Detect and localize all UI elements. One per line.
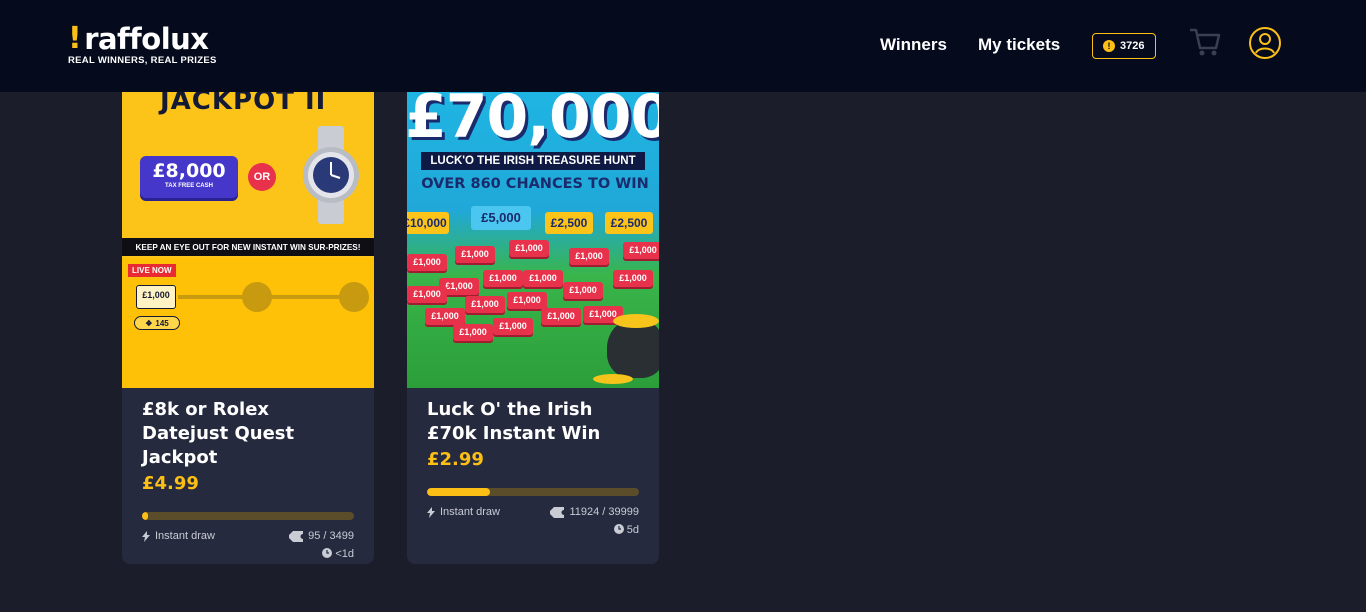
nav-my-tickets[interactable]: My tickets [978, 35, 1060, 55]
art-red-prize: £1,000 [509, 240, 549, 257]
art-banner: KEEP AN EYE OUT FOR NEW INSTANT WIN SUR-… [122, 238, 374, 256]
nav-winners[interactable]: Winners [880, 35, 947, 55]
art-jackpot-prize: £10,000 [407, 212, 449, 234]
art-cash-prize: £8,000 TAX FREE CASH [140, 156, 238, 198]
art-red-prize: £1,000 [483, 270, 523, 287]
raffle-title[interactable]: Luck O' the Irish £70k Instant Win [427, 398, 639, 446]
art-red-prize: £1,000 [465, 296, 505, 313]
time-remaining-value: 5d [626, 524, 639, 536]
raffle-card[interactable]: JACKPOT II £8,000 TAX FREE CASH OR KEEP … [122, 92, 374, 564]
tickets-sold: 11924 / 39999 [550, 506, 639, 518]
art-mini-prize: £1,000 [136, 285, 176, 309]
art-red-prize: £1,000 [541, 308, 581, 325]
coin-count: 3726 [1120, 40, 1145, 52]
ticket-icon [550, 506, 565, 518]
logo-name: raffolux [84, 22, 209, 56]
art-red-prize: £1,000 [407, 254, 447, 271]
tickets-sold: 95 / 3499 [289, 530, 354, 542]
coin-icon: ! [1103, 40, 1115, 52]
gold-coins-icon [613, 314, 659, 328]
raffle-card-body: £8k or Rolex Datejust Quest Jackpot £4.9… [122, 388, 374, 560]
watch-icon [303, 126, 359, 224]
logo-tagline: REAL WINNERS, REAL PRIZES [68, 55, 217, 66]
track-dot [242, 282, 272, 312]
tickets-sold-progress-fill [142, 512, 148, 520]
art-blue-prize: £5,000 [471, 206, 531, 230]
art-red-prize: £1,000 [455, 246, 495, 263]
raffle-art-background: £70,000 LUCK'O THE IRISH TREASURE HUNT O… [407, 92, 659, 388]
art-cash-prize-sub: TAX FREE CASH [165, 183, 213, 189]
raffle-meta: Instant draw 11924 / 39999 [427, 506, 639, 518]
art-red-prize: £1,000 [493, 318, 533, 335]
raffle-art-background: JACKPOT II £8,000 TAX FREE CASH OR KEEP … [122, 92, 374, 388]
track-dot [339, 282, 369, 312]
tickets-sold-value: 95 / 3499 [308, 530, 354, 542]
draw-type-label: Instant draw [440, 506, 500, 518]
tickets-sold-value: 11924 / 39999 [569, 506, 639, 518]
time-remaining-value: <1d [335, 548, 354, 560]
art-red-prize: £1,000 [407, 286, 447, 303]
art-ticket-count-value: 145 [155, 318, 169, 328]
coins-balance-button[interactable]: ! 3726 [1092, 33, 1156, 59]
time-remaining: <1d [142, 548, 354, 560]
art-red-prize: £1,000 [425, 308, 465, 325]
art-or-badge: OR [248, 163, 276, 191]
cart-icon[interactable] [1188, 26, 1222, 58]
draw-type: Instant draw [142, 530, 215, 542]
live-now-badge: LIVE NOW [128, 264, 176, 277]
art-chances: OVER 860 CHANCES TO WIN [421, 176, 649, 192]
art-yellow-prize: £2,500 [545, 212, 593, 234]
logo-wordmark: ! raffolux [68, 21, 217, 56]
art-red-prize: £1,000 [613, 270, 653, 287]
art-red-prize: £1,000 [523, 270, 563, 287]
art-yellow-prize: £2,500 [605, 212, 653, 234]
draw-type-label: Instant draw [155, 530, 215, 542]
ticket-icon: ❖ [145, 318, 153, 328]
art-red-prize: £1,000 [563, 282, 603, 299]
gold-coins-icon [593, 374, 633, 384]
raffle-price: £2.99 [427, 449, 484, 470]
art-red-prize: £1,000 [569, 248, 609, 265]
raffolux-logo[interactable]: ! raffolux REAL WINNERS, REAL PRIZES [68, 21, 217, 67]
art-heading: JACKPOT II [160, 92, 327, 116]
logo-mark-icon: ! [68, 21, 82, 56]
tickets-sold-progress-fill [427, 488, 491, 496]
user-account-icon[interactable] [1248, 26, 1282, 60]
raffle-card-body: Luck O' the Irish £70k Instant Win £2.99… [407, 388, 659, 536]
raffle-price: £4.99 [142, 473, 199, 494]
art-red-prize: £1,000 [623, 242, 659, 259]
raffle-card-image[interactable]: JACKPOT II £8,000 TAX FREE CASH OR KEEP … [122, 92, 374, 388]
clock-icon [613, 524, 624, 534]
art-subheading: LUCK'O THE IRISH TREASURE HUNT [421, 152, 645, 170]
clock-icon [322, 548, 333, 558]
tickets-sold-progress [427, 488, 639, 496]
art-red-prize: £1,000 [453, 324, 493, 341]
raffle-card[interactable]: £70,000 LUCK'O THE IRISH TREASURE HUNT O… [407, 92, 659, 564]
lightning-icon [427, 506, 435, 518]
time-remaining: 5d [427, 524, 639, 536]
raffle-card-image[interactable]: £70,000 LUCK'O THE IRISH TREASURE HUNT O… [407, 92, 659, 388]
ticket-icon [289, 530, 304, 542]
art-red-prize: £1,000 [507, 292, 547, 309]
raffle-title[interactable]: £8k or Rolex Datejust Quest Jackpot [142, 398, 354, 470]
art-cash-prize-value: £8,000 [152, 160, 226, 182]
art-ticket-count: ❖ 145 [134, 316, 180, 330]
lightning-icon [142, 530, 150, 542]
top-navbar: ! raffolux REAL WINNERS, REAL PRIZES Win… [0, 0, 1366, 92]
art-heading: £70,000 [407, 92, 659, 152]
draw-type: Instant draw [427, 506, 500, 518]
raffle-meta: Instant draw 95 / 3499 [142, 530, 354, 542]
tickets-sold-progress [142, 512, 354, 520]
